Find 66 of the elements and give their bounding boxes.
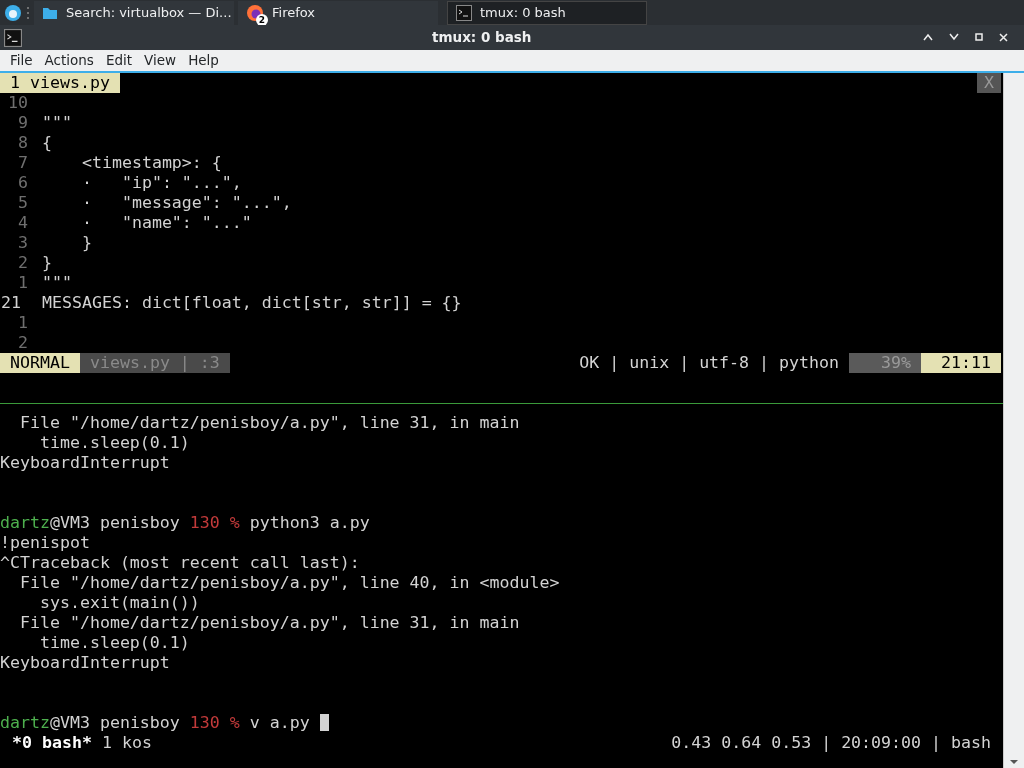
- file-status: views.py | :3: [79, 353, 230, 373]
- taskbar-item[interactable]: tmux: 0 bash: [447, 0, 647, 25]
- tmux-window[interactable]: 1 kos: [91, 733, 152, 753]
- output-line: KeyboardInterrupt: [0, 453, 171, 473]
- output-line: KeyboardInterrupt: [0, 653, 171, 673]
- buffer-tab[interactable]: 1 views.py: [0, 73, 120, 93]
- line-number: 2: [17, 333, 29, 353]
- line-number: 9: [17, 113, 29, 133]
- line-number: 3: [17, 233, 29, 253]
- mode-indicator: NORMAL: [0, 353, 80, 373]
- prompt: dartz@VM3 penisboy 130 %: [0, 513, 240, 533]
- code-line: · "message": "...",: [80, 193, 292, 213]
- code-line: · "name": "...": [80, 213, 252, 233]
- output-line: time.sleep(0.1): [38, 433, 191, 453]
- grip-icon: [26, 5, 30, 20]
- folder-icon: [42, 5, 58, 20]
- line-number: 4: [17, 213, 29, 233]
- output-line: File "/home/dartz/penisboy/a.py", line 31, in main: [18, 613, 521, 633]
- menu-item[interactable]: View: [138, 50, 183, 71]
- code-line: MESSAGES: dict[float, dict[str, str]] = {}: [41, 293, 462, 313]
- terminal-icon: [456, 4, 472, 21]
- code-line: · "ip": "...",: [80, 173, 242, 193]
- maximize-icon[interactable]: [975, 33, 983, 41]
- launcher-icon[interactable]: [4, 3, 22, 22]
- code-line: """: [41, 113, 72, 133]
- tmux-status: 0.43 0.64 0.53 | 20:09:00 | bash: [671, 733, 992, 753]
- command: python3 a.py: [248, 513, 370, 533]
- keep-above-icon[interactable]: [923, 33, 933, 41]
- scroll-percent: 39%: [849, 353, 921, 373]
- line-number: 6: [17, 173, 29, 193]
- line-number: 7: [17, 153, 29, 173]
- line-number: 5: [17, 193, 29, 213]
- code-line: """: [41, 273, 72, 293]
- menu-item[interactable]: Edit: [99, 50, 139, 71]
- output-line: !penispot: [0, 533, 91, 553]
- line-number: 1: [17, 313, 29, 333]
- taskbar-item[interactable]: Search: virtualbox — Di...: [34, 0, 234, 25]
- taskbar-item[interactable]: 2 Firefox: [238, 0, 438, 25]
- output-line: File "/home/dartz/penisboy/a.py", line 40, in <module>: [18, 573, 561, 593]
- menu-item[interactable]: Actions: [38, 50, 100, 71]
- line-number: 1: [17, 273, 29, 293]
- output-line: File "/home/dartz/penisboy/a.py", line 31, in main: [18, 413, 521, 433]
- line-number: 2: [17, 253, 29, 273]
- code-line: }: [41, 253, 52, 273]
- command: v a.py: [248, 713, 311, 733]
- close-icon[interactable]: [999, 33, 1008, 42]
- tmux-window[interactable]: *0 bash*: [0, 733, 92, 753]
- code-line: <timestamp>: {: [80, 153, 222, 173]
- output-line: time.sleep(0.1): [38, 633, 191, 653]
- file-info: OK | unix | utf-8 | python: [579, 353, 840, 373]
- menu-item[interactable]: Help: [182, 50, 225, 71]
- output-line: ^CTraceback (most recent call last):: [0, 553, 361, 573]
- window-title: tmux: 0 bash: [432, 28, 532, 48]
- line-number: 10: [7, 93, 29, 113]
- prompt: dartz@VM3 penisboy 130 %: [0, 713, 240, 733]
- cursor-position: 21:11: [921, 353, 1001, 373]
- terminal-icon: [4, 28, 22, 47]
- code-line: {: [41, 133, 52, 153]
- minimize-icon[interactable]: [949, 33, 959, 41]
- code-line: }: [80, 233, 92, 253]
- output-line: sys.exit(main()): [38, 593, 201, 613]
- line-number: 21: [0, 293, 22, 313]
- menu-item[interactable]: File: [4, 50, 39, 71]
- text-cursor: [319, 714, 329, 731]
- line-number: 8: [17, 133, 29, 153]
- browser-icon: [246, 3, 264, 22]
